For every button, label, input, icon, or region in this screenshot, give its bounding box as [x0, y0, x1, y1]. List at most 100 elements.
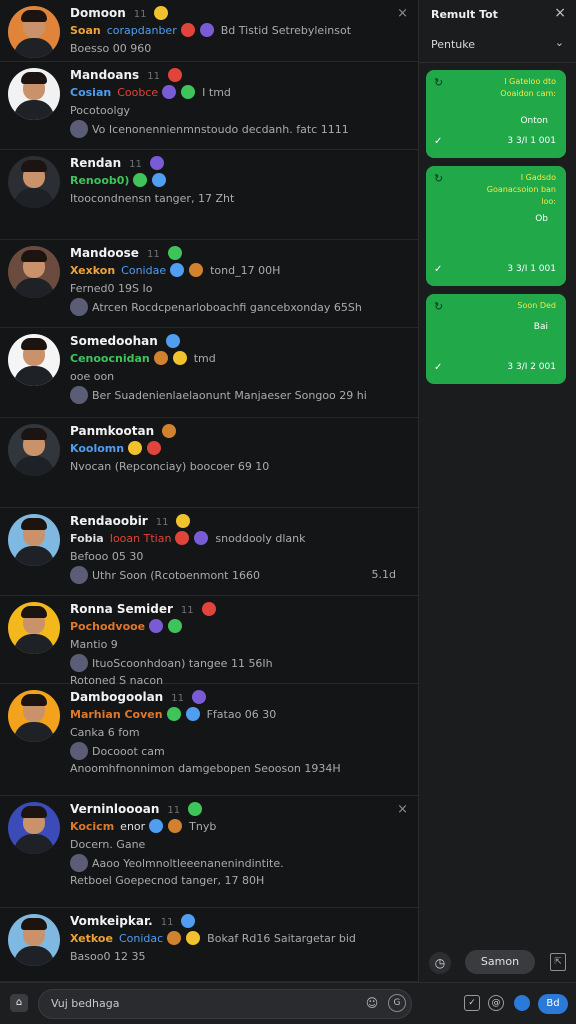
emoji-icon[interactable]: ☺: [364, 995, 380, 1011]
refresh-icon: ↻: [434, 76, 444, 89]
notification-card[interactable]: ↻ I Gadsdo Goanacsoion ban loo: Ob ✓ 3 3…: [426, 166, 566, 286]
tag-label: Koolomn: [70, 442, 125, 455]
feed-item[interactable]: Mandoose 11 Xexkon Conidae tond_17 00H Ferned…: [0, 240, 418, 328]
home-icon[interactable]: ⌂: [10, 994, 28, 1012]
chevron-down-icon[interactable]: ⌄: [555, 36, 564, 49]
reply-icon[interactable]: [70, 854, 88, 872]
message-input[interactable]: Vuj bedhaga: [38, 989, 412, 1019]
emoji-icon: [149, 156, 164, 170]
reaction-icon[interactable]: [149, 819, 164, 833]
avatar[interactable]: [8, 68, 60, 120]
reply-icon[interactable]: [70, 654, 88, 672]
avatar[interactable]: [8, 802, 60, 854]
reaction-icon[interactable]: [133, 173, 148, 187]
card-status: Onton: [520, 116, 548, 126]
message-meta: Pocotoolgy: [70, 104, 131, 117]
avatar[interactable]: [8, 424, 60, 476]
reaction-icon[interactable]: [180, 23, 195, 37]
timestamp: 11: [133, 9, 147, 20]
reaction-icon[interactable]: [194, 531, 209, 545]
panel-close-icon[interactable]: ×: [554, 5, 566, 21]
author-name[interactable]: Ronna Semider: [70, 602, 173, 616]
avatar[interactable]: [8, 914, 60, 966]
feed-item[interactable]: Somedoohan Cenoocnidan tmd ooe oon Ber Suade…: [0, 328, 418, 418]
feed-item[interactable]: Mandoans 11 Cosian Coobce I tmd Pocotoolgy Vo …: [0, 62, 418, 150]
author-name[interactable]: Panmkootan: [70, 424, 154, 438]
reaction-icon[interactable]: [149, 619, 164, 633]
reaction-icon[interactable]: [153, 351, 168, 365]
reaction-icon[interactable]: [168, 619, 183, 633]
feed-item[interactable]: Vomkeipkar. 11 Xetkoe Conidac Bokaf Rd16 Sai…: [0, 908, 418, 982]
reply-icon[interactable]: [70, 298, 88, 316]
avatar[interactable]: [8, 602, 60, 654]
reaction-icon[interactable]: [172, 351, 187, 365]
author-name[interactable]: Rendaoobir: [70, 514, 148, 528]
reaction-icon[interactable]: [147, 441, 162, 455]
feed-item[interactable]: Verninloooan 11 Kocicm enor Tnyb Docern. Gane…: [0, 796, 418, 908]
notification-card[interactable]: ↻ I Gateloo dto Ooaidon cam: Onton ✓ 3 3…: [426, 70, 566, 158]
author-name[interactable]: Dambogoolan: [70, 690, 163, 704]
panel-action-button[interactable]: Samon: [465, 950, 535, 974]
card-text: Soon Ded: [517, 301, 556, 310]
panel-filter-dropdown[interactable]: Pentuke: [431, 38, 475, 51]
reaction-icon[interactable]: [199, 23, 214, 37]
reaction-icon[interactable]: [170, 263, 185, 277]
author-name[interactable]: Rendan: [70, 156, 121, 170]
reaction-icon[interactable]: [166, 707, 181, 721]
reaction-icon[interactable]: [162, 85, 177, 99]
feed-item[interactable]: Ronna Semider 11 Pochodvooe Mantio 9 ItuoSco…: [0, 596, 418, 687]
attach-icon[interactable]: @: [488, 995, 504, 1011]
reaction-icon[interactable]: [175, 531, 190, 545]
tag-label: Cenoocnidan: [70, 352, 150, 365]
feed-item[interactable]: Panmkootan Koolomn Nvocan (Repconciay) boo…: [0, 418, 418, 508]
feed-item[interactable]: Domoon 11 Soan corapdanber Bd Tistid Setreby…: [0, 0, 418, 62]
timestamp: 11: [180, 605, 194, 616]
reaction-icon[interactable]: [186, 931, 201, 945]
reaction-icon[interactable]: [185, 707, 200, 721]
reaction-icon[interactable]: [189, 263, 204, 277]
message-text: Docooot cam: [92, 745, 165, 758]
author-name[interactable]: Verninloooan: [70, 802, 159, 816]
author-name[interactable]: Vomkeipkar.: [70, 914, 153, 928]
dismiss-icon[interactable]: ×: [397, 6, 408, 21]
avatar[interactable]: [8, 334, 60, 386]
feed-item[interactable]: Dambogoolan 11 Marhian Coven Ffatao 06 30 Ca…: [0, 684, 418, 796]
dismiss-icon[interactable]: ×: [397, 802, 408, 817]
avatar[interactable]: [8, 246, 60, 298]
reply-icon[interactable]: [70, 742, 88, 760]
reply-icon[interactable]: [70, 386, 88, 404]
checkbox-icon[interactable]: ✓: [464, 995, 480, 1011]
status-dot-icon[interactable]: [514, 995, 530, 1011]
emoji-icon: [188, 802, 203, 816]
avatar[interactable]: [8, 6, 60, 58]
author-name[interactable]: Mandoose: [70, 246, 139, 260]
message-meta: Mantio 9: [70, 638, 118, 651]
author-name[interactable]: Domoon: [70, 6, 126, 20]
clock-icon[interactable]: ◷: [429, 952, 451, 974]
reaction-icon[interactable]: [152, 173, 167, 187]
feed-item[interactable]: Rendan 11 Renoob0) Itoocondnensn tanger, 17…: [0, 150, 418, 240]
avatar[interactable]: [8, 690, 60, 742]
check-icon: ✓: [434, 264, 443, 275]
reaction-icon[interactable]: [181, 85, 196, 99]
gif-icon[interactable]: G: [388, 994, 406, 1012]
send-button[interactable]: Bd: [538, 994, 568, 1014]
emoji-icon: [167, 68, 182, 82]
avatar[interactable]: [8, 514, 60, 566]
reaction-icon[interactable]: [167, 931, 182, 945]
author-name[interactable]: Somedoohan: [70, 334, 158, 348]
reply-icon[interactable]: [70, 120, 88, 138]
reply-icon[interactable]: [70, 566, 88, 584]
notification-card[interactable]: ↻ Soon Ded Bai ✓ 3 3/I 2 001: [426, 294, 566, 384]
message-meta: Itoocondnensn tanger, 17 Zht: [70, 192, 235, 205]
reaction-icon[interactable]: [128, 441, 143, 455]
reaction-icon[interactable]: [168, 819, 183, 833]
author-name[interactable]: Mandoans: [70, 68, 139, 82]
avatar[interactable]: [8, 156, 60, 208]
card-date: 3 3/I 1 001: [507, 136, 556, 146]
message-text: I tmd: [202, 86, 231, 99]
message-text: Bokaf Rd16 Saitargetar bid: [207, 932, 356, 945]
export-icon[interactable]: ⇱: [550, 953, 566, 971]
feed-item[interactable]: Rendaoobir 11 Fobia Iooan Ttian snoddooly dl…: [0, 508, 418, 596]
check-icon: ✓: [434, 136, 443, 147]
